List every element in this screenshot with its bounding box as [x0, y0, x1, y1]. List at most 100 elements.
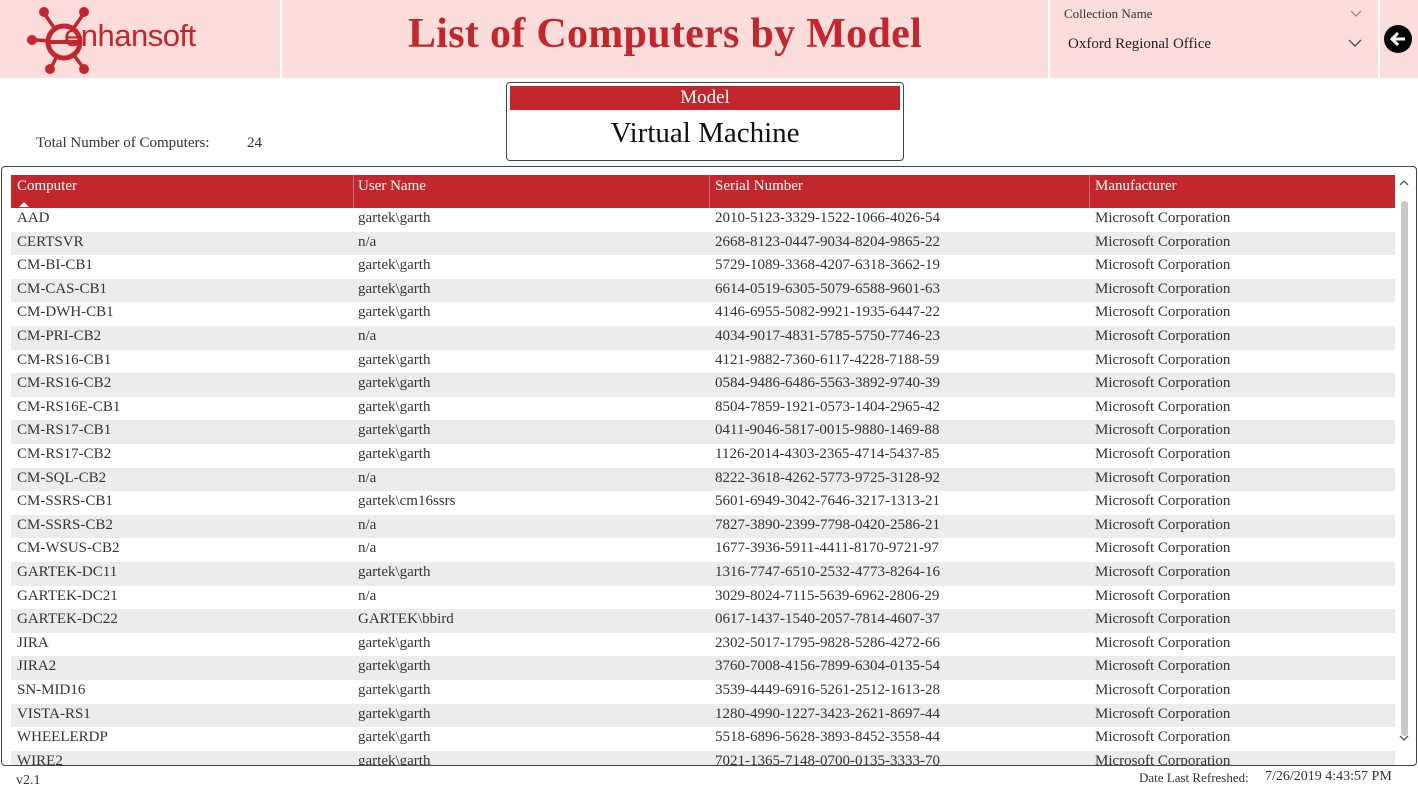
cell-user-name: n/a	[358, 469, 377, 486]
chevron-down-icon[interactable]	[1350, 10, 1362, 18]
cell-manufacturer: Microsoft Corporation	[1095, 729, 1231, 746]
cell-user-name: gartek\garth	[358, 210, 431, 226]
cell-computer: CM-RS16-CB1	[17, 351, 112, 368]
cell-user-name: n/a	[358, 587, 377, 604]
cell-user-name: n/a	[358, 540, 377, 557]
cell-computer: CM-RS16E-CB1	[17, 398, 121, 415]
cell-user-name: gartek\garth	[358, 375, 431, 392]
table-row[interactable]: CM-PRI-CB2 n/a 4034-9017-4831-5785-5750-77…	[11, 326, 1395, 350]
cell-manufacturer: Microsoft Corporation	[1095, 634, 1231, 651]
cell-serial-number: 4121-9882-7360-6117-4228-7188-59	[715, 351, 940, 368]
collection-dropdown-value[interactable]: Oxford Regional Office	[1068, 36, 1211, 53]
table-row[interactable]: SN-MID16 gartek\garth 3539-4449-6916-5261-…	[11, 680, 1395, 704]
cell-serial-number: 0584-9486-6486-5563-3892-9740-39	[715, 375, 940, 392]
table-row[interactable]: VISTA-RS1 gartek\garth 1280-4990-1227-3423…	[11, 703, 1395, 728]
table-row[interactable]: GARTEK-DC11 gartek\garth 1316-7747-6510-25…	[11, 562, 1395, 586]
page-title: List of Computers by Model	[407, 11, 923, 57]
cell-manufacturer: Microsoft Corporation	[1095, 257, 1231, 274]
cell-user-name: gartek\garth	[358, 257, 431, 274]
cell-manufacturer: Microsoft Corporation	[1095, 493, 1231, 510]
cell-manufacturer: Microsoft Corporation	[1095, 446, 1231, 462]
cell-user-name: gartek\garth	[358, 729, 431, 746]
collection-label: Collection Name	[1064, 6, 1153, 21]
refresh-value: 7/26/2019 4:43:57 PM	[1265, 769, 1392, 784]
cell-serial-number: 5601-6949-3042-7646-3217-1313-21	[715, 493, 940, 510]
cell-manufacturer: Microsoft Corporation	[1095, 705, 1231, 722]
cell-computer: CM-SQL-CB2	[17, 469, 107, 486]
cell-serial-number: 7021-1365-7148-0700-0135-3333-70	[715, 752, 940, 765]
cell-computer: CM-SSRS-CB2	[17, 516, 113, 533]
cell-serial-number: 4146-6955-5082-9921-1935-6447-22	[715, 304, 940, 321]
cell-serial-number: 3760-7008-4156-7899-6304-0135-54	[715, 658, 940, 675]
table-row[interactable]: CM-WSUS-CB2 n/a 1677-3936-5911-4411-8170-9…	[11, 538, 1395, 562]
table-row[interactable]: CM-SSRS-CB1 gartek\cm16ssrs 5601-6949-3042…	[11, 491, 1395, 515]
table-row[interactable]: CM-RS16-CB2 gartek\garth 0584-9486-6486-55…	[11, 373, 1395, 397]
cell-serial-number: 3539-4449-6916-5261-2512-1613-28	[715, 682, 940, 698]
cell-user-name: gartek\garth	[358, 658, 431, 675]
table-row[interactable]: CM-RS16-CB1 gartek\garth 4121-9882-7360-61…	[11, 350, 1395, 374]
table-row[interactable]: GARTEK-DC22 GARTEK\bbird 0617-1437-1540-20…	[11, 609, 1395, 633]
cell-computer: CM-RS17-CB1	[17, 422, 112, 439]
scroll-up-icon[interactable]	[1399, 179, 1409, 186]
cell-manufacturer: Microsoft Corporation	[1095, 540, 1231, 557]
sort-ascending-icon[interactable]	[19, 202, 29, 207]
cell-user-name: gartek\garth	[358, 304, 431, 321]
cell-user-name: GARTEK\bbird	[358, 611, 454, 628]
total-computers-value: 24	[247, 135, 262, 151]
column-divider	[1089, 175, 1090, 208]
table-row[interactable]: CM-BI-CB1 gartek\garth 5729-1089-3368-4207…	[11, 255, 1395, 279]
cell-serial-number: 3029-8024-7115-5639-6962-2806-29	[715, 587, 940, 604]
cell-manufacturer: Microsoft Corporation	[1095, 304, 1231, 321]
column-header-serial-number[interactable]: Serial Number	[715, 178, 803, 195]
back-button[interactable]	[1384, 25, 1412, 53]
collection-selector[interactable]: Collection Name Oxford Regional Office	[1050, 0, 1378, 78]
table-row[interactable]: WHEELERDP gartek\garth 5518-6896-5628-3893…	[11, 727, 1395, 751]
cell-serial-number: 1677-3936-5911-4411-8170-9721-97	[715, 540, 939, 557]
cell-user-name: gartek\garth	[358, 705, 431, 722]
cell-user-name: gartek\garth	[358, 422, 431, 439]
cell-serial-number: 5729-1089-3368-4207-6318-3662-19	[715, 257, 940, 274]
table-row[interactable]: JIRA2 gartek\garth 3760-7008-4156-7899-630…	[11, 656, 1395, 680]
refresh-label: Date Last Refreshed:	[1139, 770, 1249, 785]
cell-serial-number: 6614-0519-6305-5079-6588-9601-63	[715, 280, 940, 297]
vertical-scrollbar[interactable]	[1398, 175, 1410, 760]
column-header-computer[interactable]: Computer	[17, 178, 77, 195]
cell-serial-number: 1316-7747-6510-2532-4773-8264-16	[715, 564, 940, 580]
cell-user-name: n/a	[358, 233, 377, 250]
cell-computer: CM-RS17-CB2	[17, 446, 112, 462]
cell-computer: VISTA-RS1	[17, 705, 91, 722]
table-row[interactable]: JIRA gartek\garth 2302-5017-1795-9828-5286…	[11, 633, 1395, 657]
cell-manufacturer: Microsoft Corporation	[1095, 682, 1231, 698]
cell-computer: JIRA2	[17, 658, 57, 675]
cell-serial-number: 1126-2014-4303-2365-4714-5437-85	[715, 446, 940, 462]
table-row[interactable]: AAD gartek\garth 2010-5123-3329-1522-1066-…	[11, 208, 1395, 232]
table-row[interactable]: CM-SQL-CB2 n/a 8222-3618-4262-5773-9725-31…	[11, 467, 1395, 492]
model-card-value: Virtual Machine	[610, 117, 800, 149]
cell-computer: CM-RS16-CB2	[17, 375, 112, 392]
scrollbar-thumb[interactable]	[1401, 201, 1408, 736]
table-row[interactable]: WIRE2 gartek\garth 7021-1365-7148-0700-013…	[11, 750, 1395, 765]
table-row[interactable]: CM-CAS-CB1 gartek\garth 6614-0519-6305-507…	[11, 278, 1395, 303]
column-header-user-name[interactable]: User Name	[358, 178, 426, 195]
chevron-down-icon[interactable]	[1348, 39, 1362, 48]
table-row[interactable]: CERTSVR n/a 2668-8123-0447-9034-8204-9865-…	[11, 231, 1395, 256]
cell-serial-number: 2302-5017-1795-9828-5286-4272-66	[715, 634, 940, 651]
model-card: Model Virtual Machine	[506, 82, 904, 161]
cell-computer: WHEELERDP	[17, 729, 108, 746]
cell-computer: CM-WSUS-CB2	[17, 540, 120, 557]
table-row[interactable]: CM-RS17-CB1 gartek\garth 0411-9046-5817-00…	[11, 420, 1395, 444]
cell-computer: CM-CAS-CB1	[17, 280, 108, 297]
table-row[interactable]: CM-RS16E-CB1 gartek\garth 8504-7859-1921-0…	[11, 397, 1395, 421]
arrow-left-icon	[1389, 31, 1405, 47]
table-row[interactable]: CM-RS17-CB2 gartek\garth 1126-2014-4303-23…	[11, 444, 1395, 468]
table-row[interactable]: GARTEK-DC21 n/a 3029-8024-7115-5639-6962-2…	[11, 586, 1395, 610]
table-row[interactable]: CM-SSRS-CB2 n/a 7827-3890-2399-7798-0420-2…	[11, 514, 1395, 539]
scroll-down-icon[interactable]	[1399, 735, 1409, 742]
cell-computer: GARTEK-DC11	[17, 564, 118, 580]
cell-serial-number: 0617-1437-1540-2057-7814-4607-37	[715, 611, 940, 628]
cell-computer: CM-SSRS-CB1	[17, 493, 113, 510]
column-header-manufacturer[interactable]: Manufacturer	[1095, 178, 1177, 195]
cell-computer: CM-PRI-CB2	[17, 328, 102, 344]
cell-serial-number: 4034-9017-4831-5785-5750-7746-23	[715, 328, 940, 344]
table-row[interactable]: CM-DWH-CB1 gartek\garth 4146-6955-5082-992…	[11, 302, 1395, 326]
